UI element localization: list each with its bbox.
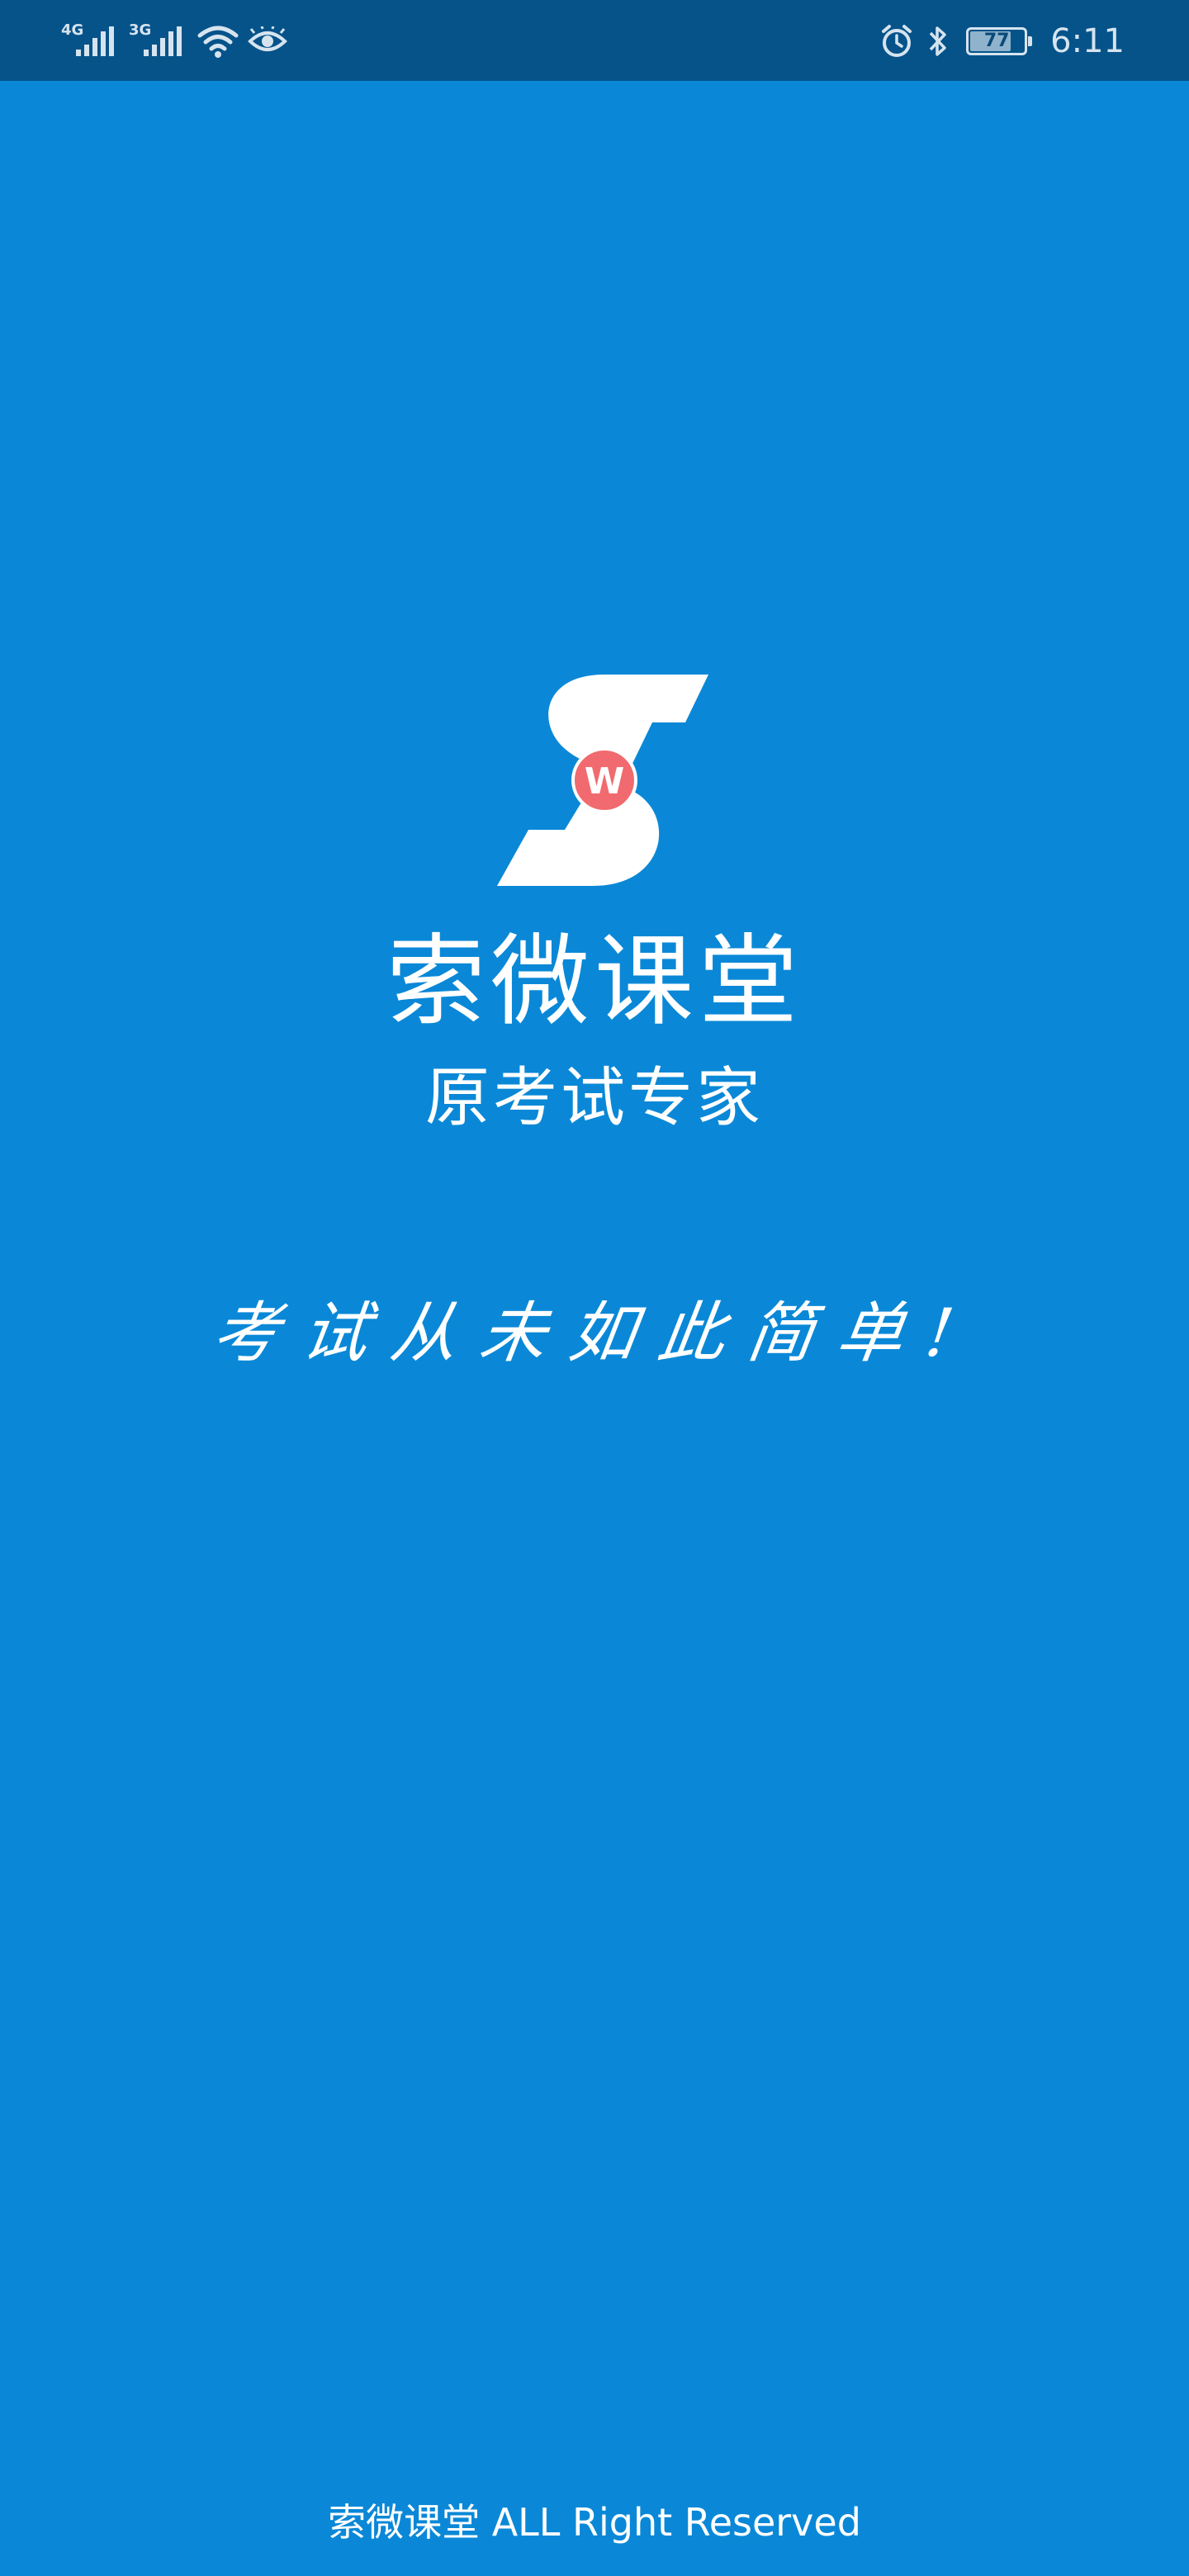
battery-icon: 77 [966,27,1033,55]
network-4g: 4G [61,21,121,61]
clock: 6:11 [1050,22,1125,60]
bluetooth-icon [926,23,950,59]
alarm-icon [879,23,915,59]
battery-level: 77 [983,31,1010,51]
status-bar-right: 77 6:11 [879,18,1125,64]
brand-tagline: 原考试专家 [424,1061,764,1135]
slogan: 考试从未如此简单! [207,1295,982,1371]
signal-icon [144,26,182,56]
logo-letter: W [585,760,625,803]
copyright-text: 索微课堂 ALL Right Reserved [328,2500,861,2545]
brand-name: 索微课堂 [386,925,803,1039]
app-logo-icon: W [497,675,708,886]
wifi-icon [197,24,239,59]
eye-icon [248,26,287,56]
status-bar: 4G 3G 77 6:11 [0,0,1189,81]
status-bar-left: 4G 3G [61,18,287,64]
network-3g: 3G [129,21,188,61]
signal-icon [76,26,114,56]
